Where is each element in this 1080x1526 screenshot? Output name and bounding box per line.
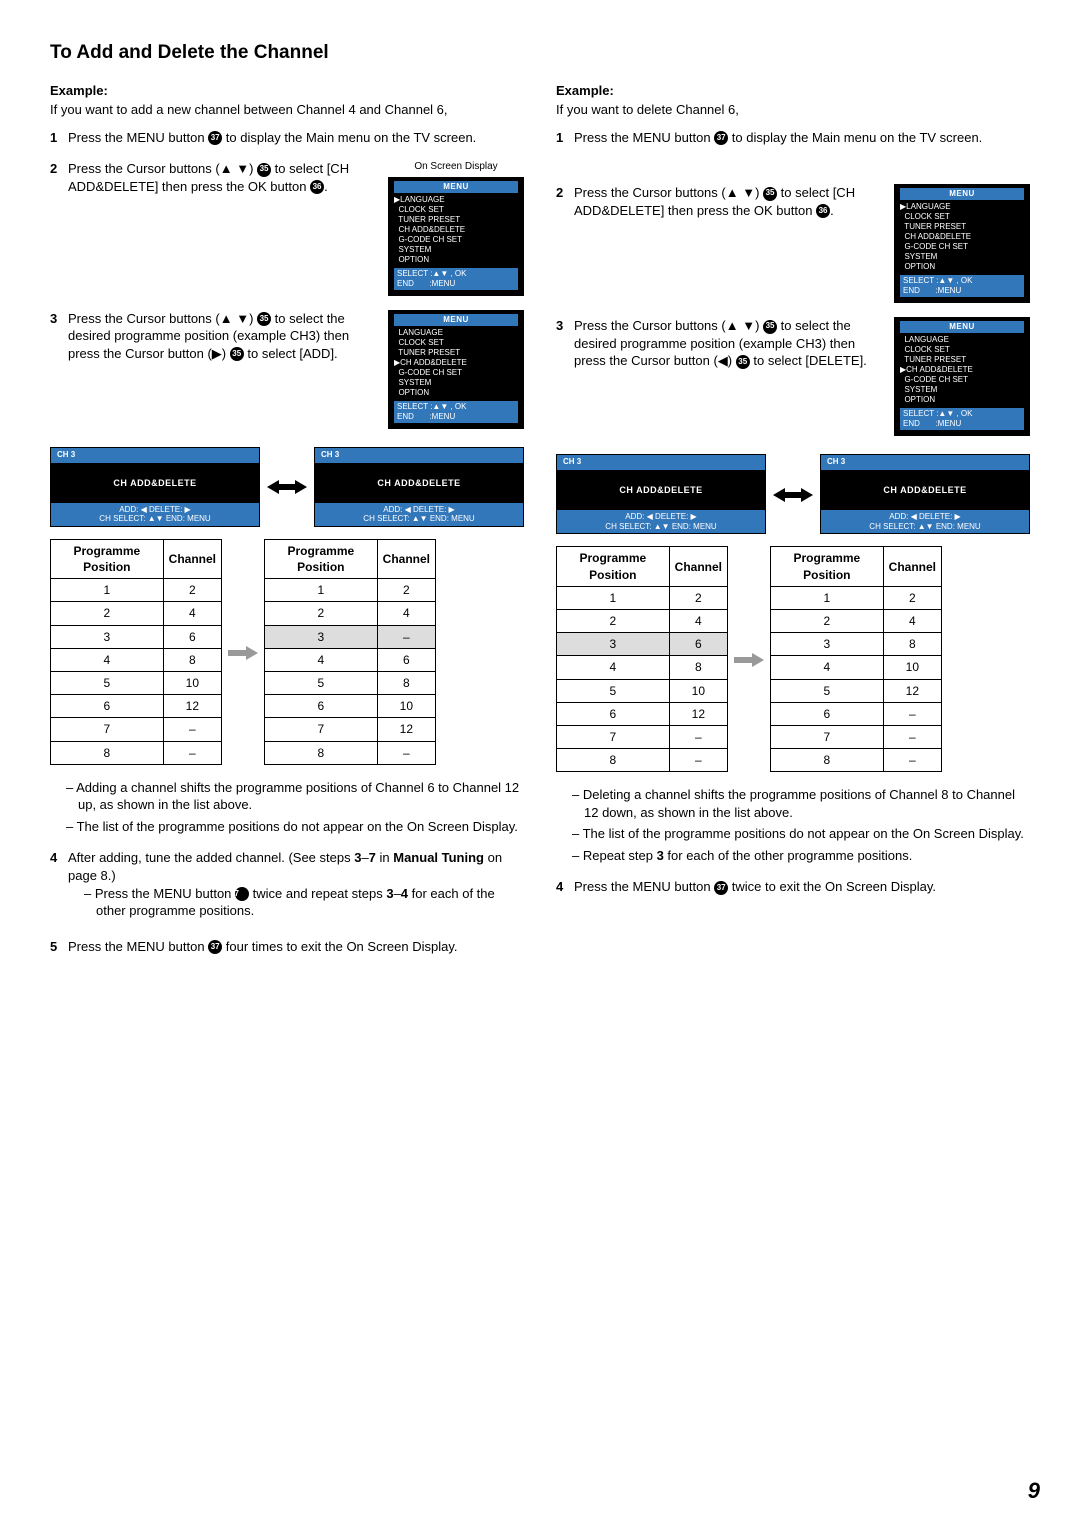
ok-ref-icon: 36 (310, 180, 324, 194)
left-intro: If you want to add a new channel between… (50, 101, 524, 119)
thick-arrow-icon (734, 651, 764, 669)
step4-text: Press the MENU button 37 twice to exit t… (574, 878, 1030, 896)
cursor-ref-icon: 35 (736, 355, 750, 369)
menu-button-ref-icon: 37 (714, 131, 728, 145)
menu-button-ref-icon: 37 (235, 887, 249, 901)
menu-button-ref-icon: 37 (208, 940, 222, 954)
step-num: 1 (556, 129, 574, 147)
example-label-left: Example: (50, 82, 524, 100)
step-num: 4 (50, 849, 68, 867)
right-intro: If you want to delete Channel 6, (556, 101, 1030, 119)
thick-arrow-icon (228, 643, 258, 661)
ch-box-right: CH 3 CH ADD&DELETE ADD: ◀ DELETE: ▶CH SE… (314, 447, 524, 527)
osd-menu2: MENU LANGUAGE CLOCK SET TUNER PRESET▶CH … (388, 310, 524, 429)
menu-button-ref-icon: 37 (714, 881, 728, 895)
double-arrow-icon (773, 485, 813, 504)
note: – Deleting a channel shifts the programm… (556, 786, 1030, 821)
double-arrow-icon (267, 478, 307, 497)
step-num: 3 (50, 310, 68, 328)
cursor-ref-icon: 35 (257, 312, 271, 326)
osd-menu1: MENU ▶LANGUAGE CLOCK SET TUNER PRESET CH… (894, 184, 1030, 303)
osd-wrapper: On Screen Display MENU ▶LANGUAGE CLOCK S… (388, 160, 524, 296)
cursor-ref-icon: 35 (763, 320, 777, 334)
step-num: 3 (556, 317, 574, 335)
programme-table-after: Programme PositionChannel12243–465861071… (264, 539, 436, 765)
step2-text: Press the Cursor buttons (▲ ▼) 35 to sel… (574, 184, 894, 219)
step-num: 4 (556, 878, 574, 896)
ch-box-right: CH 3 CH ADD&DELETE ADD: ◀ DELETE: ▶CH SE… (820, 454, 1030, 534)
programme-table-before: Programme PositionChannel122436485106127… (556, 546, 728, 772)
osd-menu2: MENU LANGUAGE CLOCK SET TUNER PRESET▶CH … (894, 317, 1030, 436)
step-num: 1 (50, 129, 68, 147)
note: – Adding a channel shifts the programme … (50, 779, 524, 814)
page-number: 9 (1028, 1476, 1040, 1506)
osd-menu1: MENU ▶LANGUAGE CLOCK SET TUNER PRESET CH… (388, 177, 524, 296)
note: – The list of the programme positions do… (50, 818, 524, 836)
menu-button-ref-icon: 37 (208, 131, 222, 145)
step3-text: Press the Cursor buttons (▲ ▼) 35 to sel… (574, 317, 894, 370)
programme-table-after: Programme PositionChannel1224384105126–7… (770, 546, 942, 772)
step1-text: Press the MENU button 37 to display the … (68, 129, 524, 147)
ch-box-left: CH 3 CH ADD&DELETE ADD: ◀ DELETE: ▶CH SE… (50, 447, 260, 527)
programme-table-before: Programme PositionChannel122436485106127… (50, 539, 222, 765)
cursor-ref-icon: 35 (230, 347, 244, 361)
right-column: Example: If you want to delete Channel 6… (556, 82, 1030, 970)
note: – The list of the programme positions do… (556, 825, 1030, 843)
example-label-right: Example: (556, 82, 1030, 100)
step5-text: Press the MENU button 37 four times to e… (68, 938, 524, 956)
osd-caption: On Screen Display (388, 160, 524, 174)
ch-box-left: CH 3 CH ADD&DELETE ADD: ◀ DELETE: ▶CH SE… (556, 454, 766, 534)
cursor-ref-icon: 35 (763, 187, 777, 201)
left-column: Example: If you want to add a new channe… (50, 82, 524, 970)
step-num: 5 (50, 938, 68, 956)
page-title: To Add and Delete the Channel (50, 40, 1030, 66)
step-num: 2 (556, 184, 574, 202)
cursor-ref-icon: 35 (257, 163, 271, 177)
ok-ref-icon: 36 (816, 204, 830, 218)
note: – Repeat step 3 for each of the other pr… (556, 847, 1030, 865)
step1-text: Press the MENU button 37 to display the … (574, 129, 1030, 147)
step-num: 2 (50, 160, 68, 178)
step3-text: Press the Cursor buttons (▲ ▼) 35 to sel… (68, 310, 388, 363)
step4-text: After adding, tune the added channel. (S… (68, 849, 524, 923)
step2-text: Press the Cursor buttons (▲ ▼) 35 to sel… (68, 160, 388, 195)
